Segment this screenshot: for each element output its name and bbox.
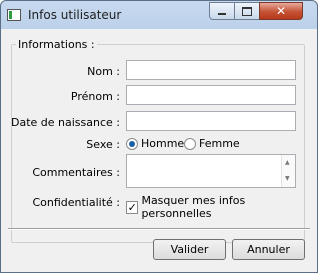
maximize-button[interactable] — [234, 2, 260, 20]
radio-homme-indicator[interactable] — [126, 137, 138, 150]
valider-button[interactable]: Valider — [153, 239, 226, 260]
annuler-button[interactable]: Annuler — [232, 239, 305, 260]
dialog-client-area: Informations : Nom : Prénom : Date de na… — [8, 30, 310, 267]
minimize-button[interactable] — [209, 2, 235, 20]
app-window-icon — [7, 9, 21, 21]
nom-input[interactable] — [126, 60, 296, 80]
radio-homme[interactable]: Homme — [126, 137, 184, 150]
radio-femme[interactable]: Femme — [184, 137, 240, 150]
masquer-infos-checkbox[interactable]: ✓ — [126, 200, 139, 214]
minimize-icon — [218, 13, 226, 15]
commentaires-scrollbar[interactable]: ▲ ▼ — [281, 155, 295, 187]
maximize-icon — [242, 6, 252, 16]
confidentialite-label: Confidentialité : — [32, 196, 120, 209]
date-naissance-label: Date de naissance : — [11, 116, 120, 129]
prenom-input[interactable] — [126, 85, 296, 105]
dialog-window: Infos utilisateur ✕ Informations : Nom :… — [0, 0, 318, 273]
checkmark-icon: ✓ — [127, 200, 137, 214]
prenom-label: Prénom : — [70, 90, 120, 103]
title-bar[interactable]: Infos utilisateur ✕ — [1, 1, 317, 29]
masquer-infos-checkbox-row[interactable]: ✓ Masquer mes infos personnelles — [126, 194, 310, 220]
window-title: Infos utilisateur — [28, 8, 122, 22]
groupbox-title: Informations : — [16, 38, 97, 51]
button-separator — [8, 228, 310, 230]
scroll-up-icon[interactable]: ▲ — [285, 160, 290, 166]
close-button[interactable]: ✕ — [259, 2, 303, 20]
radio-femme-indicator[interactable] — [184, 137, 196, 150]
nom-label: Nom : — [87, 65, 120, 78]
masquer-infos-label: Masquer mes infos personnelles — [141, 194, 246, 220]
commentaires-label: Commentaires : — [32, 166, 120, 179]
scroll-down-icon[interactable]: ▼ — [285, 176, 290, 182]
radio-homme-label: Homme — [141, 137, 185, 150]
date-naissance-input[interactable] — [126, 111, 296, 131]
sexe-label: Sexe : — [86, 138, 120, 151]
commentaires-textarea[interactable]: ▲ ▼ — [126, 154, 296, 188]
close-icon: ✕ — [275, 4, 287, 18]
radio-femme-label: Femme — [199, 137, 240, 150]
